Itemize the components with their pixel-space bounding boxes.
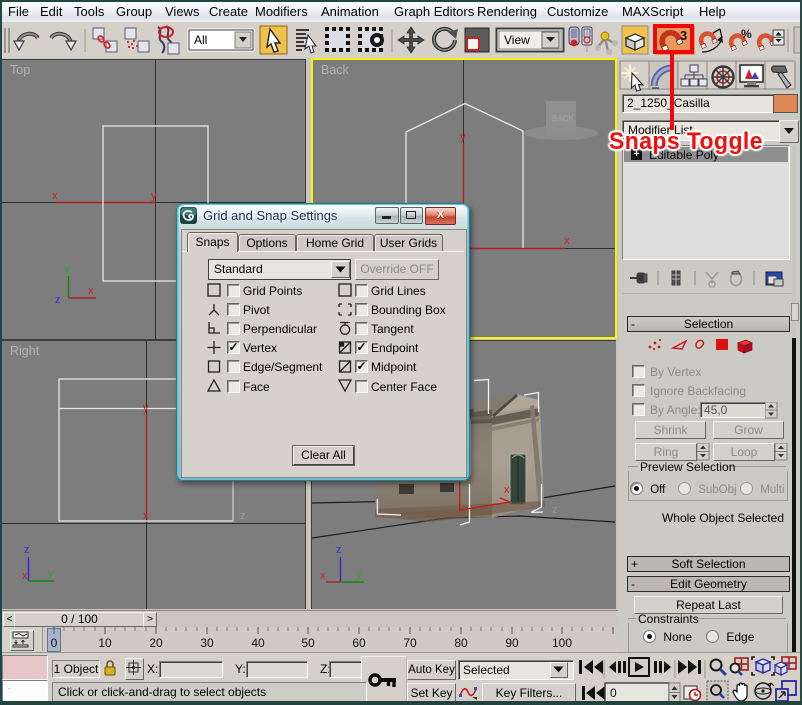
svg-text:40: 40 [251, 636, 265, 650]
svg-text:50: 50 [301, 636, 315, 650]
svg-text:80: 80 [454, 636, 468, 650]
svg-text:100: 100 [552, 636, 572, 650]
svg-text:x: x [564, 235, 570, 247]
svg-text:0: 0 [610, 686, 617, 700]
svg-text:60: 60 [352, 636, 366, 650]
svg-text:BACK: BACK [552, 114, 574, 123]
svg-text:y: y [48, 568, 54, 580]
svg-text:z: z [552, 504, 558, 516]
svg-text:z: z [55, 294, 61, 306]
svg-text:y: y [143, 402, 149, 414]
svg-text:x: x [52, 190, 58, 202]
svg-text:%: % [741, 27, 752, 41]
svg-text:y: y [356, 569, 362, 581]
svg-text:y: y [460, 131, 466, 143]
svg-text:z: z [24, 544, 30, 556]
svg-text:3: 3 [680, 28, 687, 43]
svg-text:x: x [143, 510, 149, 522]
svg-text:z: z [240, 510, 246, 522]
svg-text:View: View [504, 33, 530, 47]
svg-text:y: y [151, 190, 157, 202]
svg-text:x: x [22, 570, 28, 582]
svg-text:x: x [320, 570, 326, 582]
svg-text:x: x [88, 285, 94, 297]
svg-text:y: y [64, 263, 70, 275]
svg-text:All: All [194, 33, 207, 47]
svg-text:x: x [504, 484, 510, 496]
svg-text:30: 30 [200, 636, 214, 650]
svg-text:20: 20 [149, 636, 163, 650]
svg-text:10: 10 [98, 636, 112, 650]
svg-text:0: 0 [51, 636, 58, 650]
svg-text:z: z [336, 544, 342, 556]
svg-text:70: 70 [403, 636, 417, 650]
svg-text:90: 90 [505, 636, 519, 650]
